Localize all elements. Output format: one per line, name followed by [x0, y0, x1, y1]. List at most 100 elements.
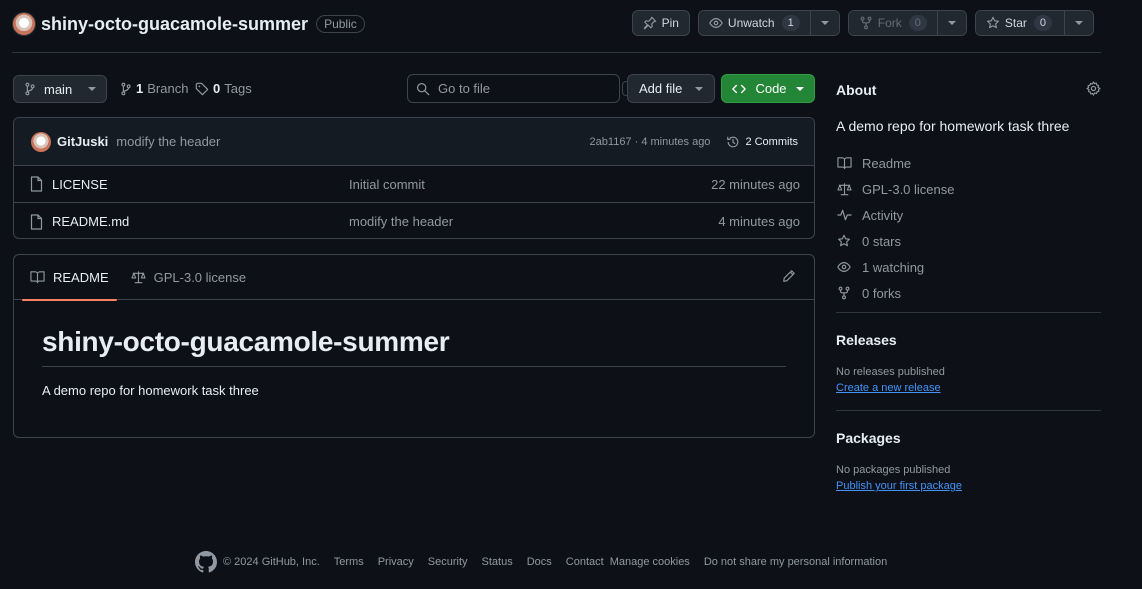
footer-link-docs[interactable]: Docs — [527, 556, 552, 568]
commit-message[interactable]: modify the header — [116, 134, 220, 149]
about-activity-link[interactable]: Activity — [836, 202, 955, 228]
publish-package-link[interactable]: Publish your first package — [836, 480, 962, 492]
about-description: A demo repo for homework task three — [836, 118, 1070, 134]
star-button[interactable]: Star 0 — [975, 11, 1065, 35]
releases-title[interactable]: Releases — [836, 332, 897, 348]
fork-counter: 0 — [908, 15, 927, 31]
eye-icon — [709, 16, 723, 30]
branch-count: 1 — [136, 81, 144, 96]
branch-name: main — [44, 81, 73, 97]
code-button[interactable]: Code — [721, 74, 815, 103]
scale-icon — [131, 270, 146, 284]
tab-license[interactable]: GPL-3.0 license — [123, 255, 255, 300]
file-icon — [30, 176, 43, 192]
commits-link[interactable]: 2 Commits — [726, 135, 798, 149]
branch-icon — [120, 82, 132, 96]
about-item-label: 0 forks — [862, 285, 902, 301]
sidebar-divider — [836, 312, 1101, 313]
branches-link[interactable]: 1 Branch — [120, 81, 188, 96]
fork-button[interactable]: Fork 0 — [848, 11, 938, 35]
chevron-down-icon — [695, 86, 703, 91]
file-time: 4 minutes ago — [718, 214, 800, 229]
pencil-icon[interactable] — [782, 269, 796, 283]
readme-panel: README GPL-3.0 license shiny-octo-guacam… — [13, 254, 815, 438]
book-icon — [30, 270, 45, 284]
about-watching-link[interactable]: 1 watching — [836, 254, 955, 280]
header-divider — [12, 52, 1101, 53]
star-counter: 0 — [1033, 15, 1052, 31]
star-label: Star — [1004, 16, 1027, 30]
tab-readme[interactable]: README — [22, 255, 117, 301]
footer-link-do-not-share[interactable]: Do not share my personal information — [704, 556, 887, 568]
github-logo-icon[interactable] — [195, 551, 217, 573]
readme-content: shiny-octo-guacamole-summer A demo repo … — [14, 300, 814, 426]
watch-counter: 1 — [781, 15, 800, 31]
releases-status: No releases published — [836, 366, 945, 378]
footer-link-security[interactable]: Security — [428, 556, 468, 568]
commits-label: 2 Commits — [745, 135, 798, 148]
add-file-button[interactable]: Add file — [627, 74, 715, 103]
pin-icon — [643, 16, 657, 30]
scale-icon — [836, 182, 852, 196]
unwatch-label: Unwatch — [727, 16, 775, 30]
tags-link[interactable]: 0 Tags — [195, 81, 252, 96]
star-button-group: Star 0 — [974, 10, 1094, 36]
about-license-link[interactable]: GPL-3.0 license — [836, 176, 955, 202]
watch-dropdown[interactable] — [810, 11, 839, 35]
footer-link-contact[interactable]: Contact — [566, 556, 604, 568]
about-list: Readme GPL-3.0 license Activity 0 stars … — [836, 150, 955, 306]
file-commit-message[interactable]: Initial commit — [349, 177, 711, 192]
branch-selector[interactable]: main — [13, 75, 107, 103]
watch-button-group: Unwatch 1 — [697, 10, 840, 36]
footer-link-status[interactable]: Status — [482, 556, 513, 568]
repo-actions: Pin Unwatch 1 Fork 0 Star 0 — [631, 10, 1094, 36]
tab-readme-label: README — [53, 269, 109, 285]
owner-avatar[interactable] — [12, 12, 36, 36]
fork-button-group: Fork 0 — [847, 10, 967, 36]
commit-hash-time[interactable]: 2ab1167 · 4 minutes ago — [590, 136, 711, 148]
book-icon — [836, 156, 852, 170]
latest-commit-row: GitJuski modify the header 2ab1167 · 4 m… — [14, 118, 814, 166]
repo-name[interactable]: shiny-octo-guacamole-summer — [41, 14, 308, 35]
star-dropdown[interactable] — [1065, 11, 1093, 35]
about-item-label: Activity — [862, 207, 904, 223]
file-commit-message[interactable]: modify the header — [349, 214, 718, 229]
star-icon — [836, 234, 852, 248]
tag-count: 0 — [213, 81, 221, 96]
fork-dropdown[interactable] — [937, 11, 966, 35]
fork-icon — [859, 16, 873, 30]
table-row: README.md modify the header 4 minutes ag… — [14, 203, 814, 238]
about-readme-link[interactable]: Readme — [836, 150, 955, 176]
chevron-down-icon — [820, 21, 829, 25]
about-item-label: 1 watching — [862, 259, 925, 275]
about-forks-link[interactable]: 0 forks — [836, 280, 955, 306]
file-table: GitJuski modify the header 2ab1167 · 4 m… — [13, 117, 815, 239]
packages-title[interactable]: Packages — [836, 430, 901, 446]
tag-icon — [195, 82, 209, 96]
create-release-link[interactable]: Create a new release — [836, 382, 941, 394]
chevron-down-icon — [1075, 21, 1083, 25]
pulse-icon — [836, 208, 852, 222]
footer-link-privacy[interactable]: Privacy — [378, 556, 414, 568]
gear-icon[interactable] — [1086, 81, 1101, 96]
readme-paragraph: A demo repo for homework task three — [42, 383, 259, 398]
file-name[interactable]: README.md — [52, 214, 349, 229]
packages-status: No packages published — [836, 464, 951, 476]
unwatch-button[interactable]: Unwatch 1 — [698, 11, 811, 35]
pin-button[interactable]: Pin — [631, 10, 690, 36]
star-icon — [986, 16, 1000, 30]
code-label: Code — [755, 81, 787, 96]
history-icon — [726, 135, 740, 149]
chevron-down-icon — [88, 87, 96, 91]
go-to-file-search[interactable]: t — [407, 74, 635, 103]
about-stars-link[interactable]: 0 stars — [836, 228, 955, 254]
branch-icon — [24, 82, 36, 96]
commit-author[interactable]: GitJuski — [57, 134, 108, 149]
file-name[interactable]: LICENSE — [52, 177, 349, 192]
avatar[interactable] — [31, 131, 51, 152]
search-input[interactable] — [438, 81, 614, 96]
footer-link-manage-cookies[interactable]: Manage cookies — [610, 556, 690, 568]
pin-label: Pin — [661, 16, 679, 30]
footer-link-terms[interactable]: Terms — [334, 556, 364, 568]
code-icon — [732, 83, 746, 95]
